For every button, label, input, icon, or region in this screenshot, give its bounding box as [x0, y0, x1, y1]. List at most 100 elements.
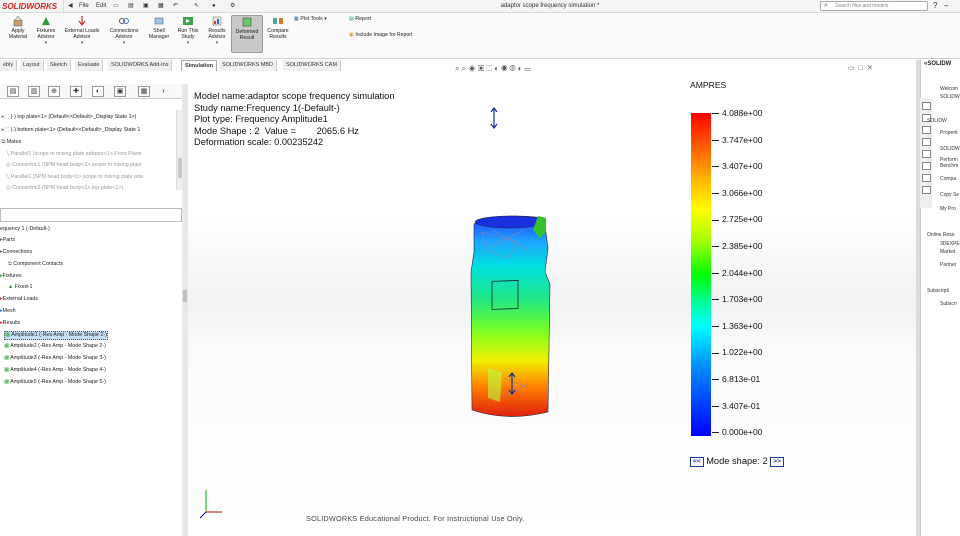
new-doc-icon[interactable]: ▭ [113, 1, 119, 11]
undo-icon[interactable]: ↶ [173, 1, 178, 11]
result-item-amplitude3[interactable]: ▦ Amplitude3 (-Res Amp - Mode Shape 3-) [4, 355, 106, 362]
deformed-result-button[interactable]: Deformed Result [231, 15, 263, 53]
custom-props-icon[interactable] [922, 162, 931, 170]
home-icon[interactable] [922, 102, 931, 110]
include-image-button[interactable]: ▣ Include Image for Report [349, 31, 412, 39]
search-input[interactable]: ⌕ Search files and models [820, 1, 928, 11]
report-button[interactable]: ▤ Report [349, 15, 371, 23]
edit-menu[interactable]: Edit [96, 1, 106, 11]
result-item-amplitude4[interactable]: ▦ Amplitude4 (-Res Amp - Mode Shape 4-) [4, 367, 106, 374]
cam-manager-icon[interactable]: ▣ [114, 86, 126, 97]
section-view-icon[interactable]: ▣ [478, 64, 486, 73]
study-item-results[interactable]: ▸Results [0, 320, 20, 327]
task-pane-item[interactable]: Copy Se [940, 192, 959, 198]
tab-layout[interactable]: Layout [20, 60, 44, 71]
close-icon[interactable]: ✕ [867, 65, 877, 72]
task-pane-item[interactable]: Market [940, 249, 955, 255]
shell-manager-button[interactable]: Shell Manager [145, 15, 173, 40]
plot-tools-button[interactable]: ▦ Plot Tools ▾ [294, 15, 327, 23]
tab-sketch[interactable]: Sketch [47, 60, 71, 71]
run-study-button[interactable]: Run This Study ▾ [175, 15, 201, 46]
tree-item-bottom-plate[interactable]: ▸⬚ (-) bottom plate<1> (Default<<Default… [0, 127, 140, 134]
tree-item-top-plate[interactable]: ▸⬚ (-) top plate<1> (Default<<Default>_D… [0, 114, 136, 121]
external-loads-advisor-button[interactable]: External Loads Advisor ▾ [62, 15, 102, 46]
previous-view-icon[interactable]: ◈ [468, 64, 478, 73]
config-manager-icon[interactable]: ⊕ [48, 86, 60, 97]
study-item-external-loads[interactable]: ▸External Loads [0, 296, 38, 303]
prev-mode-button[interactable]: << [690, 456, 704, 467]
task-pane-item[interactable]: Properti [940, 130, 958, 136]
tab-mbd[interactable]: SOLIDWORKS MBD [219, 60, 278, 71]
task-pane-item[interactable]: Online Reso [927, 232, 955, 238]
task-pane-item[interactable]: Welcom [940, 86, 958, 92]
tree-item-mate[interactable]: ╲ Parallel1 (scope to mixing plate adapt… [6, 151, 142, 158]
help-icon[interactable]: ? [933, 0, 937, 12]
print-icon[interactable]: ▦ [158, 1, 164, 11]
minimize-icon[interactable]: – [944, 0, 948, 12]
apply-material-button[interactable]: Apply Material [4, 15, 32, 40]
tree-item-mate[interactable]: ◎ Concentric2 (SPM head body<1>,top plat… [6, 185, 123, 192]
study-item-connections[interactable]: ▸Connections [0, 249, 32, 256]
tab-simulation[interactable]: Simulation [181, 60, 218, 71]
file-explorer-icon[interactable] [922, 138, 931, 146]
task-pane-item[interactable]: Subscripti [927, 288, 949, 294]
save-icon[interactable]: ▣ [143, 1, 149, 11]
study-item-mesh[interactable]: ▸Mesh [0, 308, 16, 315]
study-item-fixtures[interactable]: ▸Fixtures [0, 273, 22, 280]
color-legend-bar[interactable] [691, 113, 711, 436]
display-manager-icon[interactable]: ◐ [92, 86, 104, 97]
tab-addins[interactable]: SOLIDWORKS Add-Ins [108, 60, 173, 71]
view-palette-icon[interactable] [922, 174, 931, 182]
rebuild-icon[interactable]: ● [212, 1, 216, 11]
task-pane-item[interactable]: Partner [940, 262, 956, 268]
forum-icon[interactable] [922, 186, 931, 194]
tab-evaluate[interactable]: Evaluate [75, 60, 104, 71]
simulation-manager-icon[interactable]: ▦ [138, 86, 150, 97]
tree-item-mate[interactable]: ◎ Concentric1 (SPM head body<1>,scope to… [6, 162, 142, 169]
back-arrow-icon[interactable]: ◀ [68, 1, 73, 11]
task-pane-item[interactable]: Compa [940, 176, 956, 182]
view-orientation-icon[interactable]: ⬚ [486, 64, 494, 73]
feature-manager-icon[interactable]: ▤ [7, 86, 19, 97]
fixtures-advisor-button[interactable]: Fixtures Advisor ▾ [33, 15, 59, 46]
dim-xpert-icon[interactable]: ✚ [70, 86, 82, 97]
select-icon[interactable]: ↖ [194, 1, 199, 11]
study-item[interactable]: equency 1 (-Default-) [0, 226, 50, 233]
splitter-grip[interactable] [183, 290, 187, 302]
tree-item-mate[interactable]: ╲ Parallel1 (SPM head body<1>,scope to m… [6, 174, 143, 181]
next-mode-button[interactable]: >> [770, 456, 784, 467]
tab-cam[interactable]: SOLIDWORKS CAM [283, 60, 342, 71]
compare-results-button[interactable]: Compare Results [265, 15, 291, 40]
task-pane-item[interactable]: SOLIDW [940, 146, 960, 152]
result-item-amplitude2[interactable]: ▦ Amplitude2 (-Res Amp - Mode Shape 2-) [4, 343, 106, 350]
chevron-right-icon[interactable]: › [162, 86, 165, 95]
design-library-icon[interactable] [922, 126, 931, 134]
edit-appearance-icon[interactable]: ◍ [509, 64, 517, 73]
open-folder-icon[interactable]: ▤ [128, 1, 134, 11]
task-pane-item[interactable]: SOLIDW [927, 118, 947, 124]
result-item-amplitude5[interactable]: ▦ Amplitude5 (-Res Amp - Mode Shape 5-) [4, 379, 106, 386]
task-pane-item[interactable]: SOLIDW [940, 94, 960, 100]
study-item-parts[interactable]: ▸Parts [0, 237, 15, 244]
heads-up-toolbar[interactable]: ⌕⌕◈▣⬚◐◉◍◐▭ [455, 64, 533, 74]
file-menu[interactable]: File [79, 1, 89, 11]
study-item-contacts[interactable]: ⧉ Component Contacts [8, 261, 63, 268]
tab-assembly[interactable]: ebly [0, 60, 18, 71]
scene-icon[interactable]: ◐ [518, 64, 525, 73]
view-settings-icon[interactable]: ▭ [525, 64, 533, 73]
options-icon[interactable]: ⚙ [230, 1, 235, 11]
restore-icon[interactable]: ▭ [848, 65, 859, 72]
study-item-fixed[interactable]: ▲ Fixed-1 [8, 284, 32, 291]
property-manager-icon[interactable]: ▥ [28, 86, 40, 97]
viewport-controls[interactable]: ▭□✕ [848, 64, 877, 72]
appearances-icon[interactable] [922, 150, 931, 158]
tree-filter-input[interactable] [0, 208, 182, 222]
task-pane-item[interactable]: 3DEXPE [940, 241, 960, 247]
task-pane-item[interactable]: Benchm [940, 163, 958, 169]
task-pane-item[interactable]: Subscri [940, 301, 957, 307]
task-pane-item[interactable]: My Pro [940, 206, 956, 212]
connections-advisor-button[interactable]: Connections Advisor ▾ [106, 15, 142, 46]
tree-item-mates[interactable]: ⧉ Mates [0, 139, 21, 146]
results-advisor-button[interactable]: Results Advisor ▾ [204, 15, 230, 46]
maximize-icon[interactable]: □ [859, 65, 867, 72]
